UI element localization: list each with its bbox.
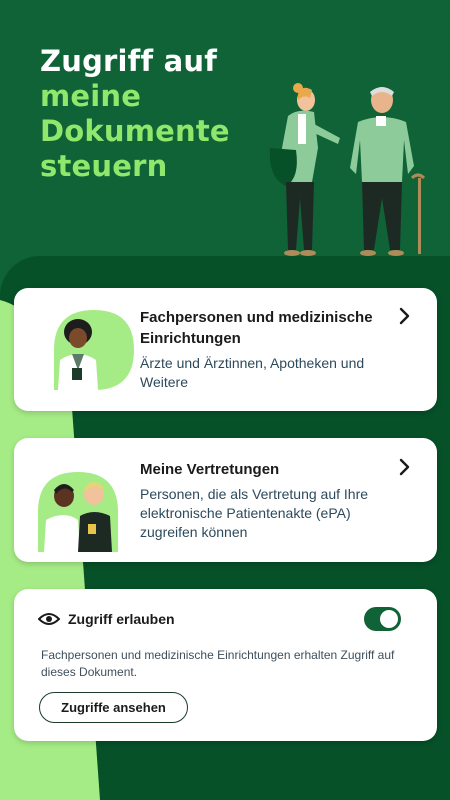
representatives-card[interactable]: Meine Vertretungen Personen, die als Ver…: [14, 438, 437, 562]
access-description: Fachpersonen und medizinische Einrichtun…: [41, 648, 395, 679]
hero-section: Zugriff auf meine Dokumente steuern: [0, 0, 450, 270]
card-title: Fachpersonen und medizinische Einrichtun…: [140, 309, 373, 347]
hero-illustration: [269, 83, 426, 256]
access-control-card: Zugriff erlauben Fachpersonen und medizi…: [14, 589, 437, 741]
hero-title-accent-1: meine: [40, 79, 142, 113]
card-title: Meine Vertretungen: [140, 461, 280, 478]
view-access-button[interactable]: Zugriffe ansehen: [39, 692, 188, 723]
access-label: Zugriff erlauben: [68, 611, 175, 627]
doctor-avatar: [54, 310, 134, 390]
hero-title-accent-3: steuern: [40, 149, 168, 183]
hero-title-white: Zugriff auf: [40, 44, 218, 78]
chevron-right-icon[interactable]: [395, 306, 415, 326]
card-description: Personen, die als Vertretung auf Ihre el…: [140, 486, 369, 540]
eye-icon: [38, 613, 60, 625]
hero-title-accent-2: Dokumente: [40, 114, 230, 148]
access-toggle[interactable]: [364, 607, 401, 631]
healthcare-providers-card[interactable]: Fachpersonen und medizinische Einrichtun…: [14, 288, 437, 411]
representatives-avatar: [38, 472, 118, 552]
toggle-knob: [380, 610, 398, 628]
chevron-right-icon[interactable]: [395, 457, 415, 477]
card-description: Ärzte und Ärztinnen, Apotheken und Weite…: [140, 355, 365, 390]
